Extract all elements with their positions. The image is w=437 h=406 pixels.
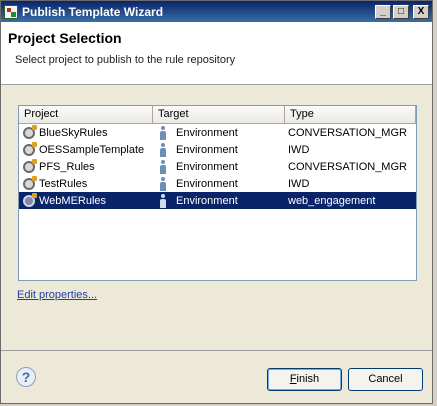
project-gear-icon <box>23 192 37 207</box>
wizard-window: Publish Template Wizard _ □ X Project Se… <box>0 0 433 404</box>
minimize-button[interactable]: _ <box>375 4 391 19</box>
finish-button[interactable]: Finish <box>267 368 342 391</box>
target-name: Environment <box>176 126 238 139</box>
person-icon <box>158 176 168 191</box>
page-title: Project Selection <box>8 30 122 46</box>
project-table: Project Target Type BlueSkyRules Environ… <box>18 105 417 281</box>
wizard-header: Project Selection Select project to publ… <box>1 22 432 85</box>
app-icon <box>4 4 18 19</box>
table-row-selected[interactable]: WebMERules Environment web_engagement <box>19 192 416 209</box>
footer-divider <box>1 350 432 351</box>
wizard-content: Project Target Type BlueSkyRules Environ… <box>1 85 432 349</box>
cancel-button[interactable]: Cancel <box>348 368 423 391</box>
close-button[interactable]: X <box>413 4 429 19</box>
person-icon <box>158 142 168 157</box>
table-row[interactable]: PFS_Rules Environment CONVERSATION_MGR <box>19 158 416 175</box>
table-row[interactable]: TestRules Environment IWD <box>19 175 416 192</box>
type-value: CONVERSATION_MGR <box>288 126 407 139</box>
column-header-target[interactable]: Target <box>153 106 285 123</box>
page-description: Select project to publish to the rule re… <box>15 54 236 66</box>
finish-label: inish <box>296 373 320 385</box>
target-name: Environment <box>176 194 238 207</box>
type-value: IWD <box>288 143 310 156</box>
column-header-project[interactable]: Project <box>19 106 153 123</box>
type-value: CONVERSATION_MGR <box>288 160 407 173</box>
project-name: TestRules <box>39 177 88 190</box>
project-gear-icon <box>23 124 37 139</box>
person-icon <box>158 125 168 140</box>
table-row[interactable]: OESSampleTemplate Environment IWD <box>19 141 416 158</box>
person-icon <box>158 159 168 174</box>
finish-mnemonic: F <box>289 373 297 385</box>
type-value: web_engagement <box>288 194 376 207</box>
project-gear-icon <box>23 158 37 173</box>
project-name: WebMERules <box>39 194 107 207</box>
person-icon <box>158 193 168 208</box>
target-name: Environment <box>176 143 238 156</box>
project-gear-icon <box>23 141 37 156</box>
maximize-button[interactable]: □ <box>393 4 409 19</box>
help-icon[interactable]: ? <box>16 367 36 387</box>
edit-properties-link[interactable]: Edit properties... <box>17 289 97 301</box>
project-name: OESSampleTemplate <box>39 143 145 156</box>
project-name: PFS_Rules <box>39 160 95 173</box>
column-header-type[interactable]: Type <box>285 106 416 123</box>
table-row[interactable]: BlueSkyRules Environment CONVERSATION_MG… <box>19 124 416 141</box>
target-name: Environment <box>176 160 238 173</box>
target-name: Environment <box>176 177 238 190</box>
table-header: Project Target Type <box>19 106 416 124</box>
window-title: Publish Template Wizard <box>22 4 164 19</box>
type-value: IWD <box>288 177 310 190</box>
title-bar: Publish Template Wizard _ □ X <box>1 1 432 22</box>
project-gear-icon <box>23 175 37 190</box>
project-name: BlueSkyRules <box>39 126 108 139</box>
